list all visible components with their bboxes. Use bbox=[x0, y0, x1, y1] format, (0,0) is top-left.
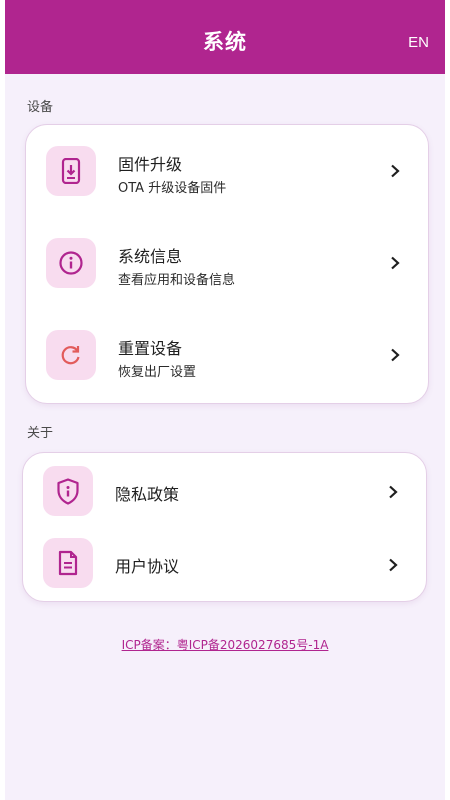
list-item-title: 固件升级 bbox=[118, 155, 183, 174]
list-item-subtitle: OTA 升级设备固件 bbox=[118, 181, 227, 196]
app-screen: 系统 EN 设备 固件升级 OTA 升级设备固件 系统信息 查看应用和设备信息 … bbox=[5, 0, 445, 800]
list-item-subtitle: 恢复出厂设置 bbox=[118, 365, 197, 380]
chevron-right-icon bbox=[391, 164, 400, 178]
list-item-reset-device[interactable]: 重置设备 恢复出厂设置 bbox=[26, 319, 428, 391]
list-item-title: 重置设备 bbox=[118, 339, 183, 358]
shield-info-icon bbox=[43, 466, 93, 516]
section-label-device: 设备 bbox=[27, 100, 54, 115]
chevron-right-icon bbox=[389, 485, 398, 499]
chevron-right-icon bbox=[391, 348, 400, 362]
list-item-title: 系统信息 bbox=[118, 247, 183, 266]
chevron-right-icon bbox=[389, 558, 398, 572]
device-settings-card: 固件升级 OTA 升级设备固件 系统信息 查看应用和设备信息 重置设备 恢复出厂… bbox=[25, 124, 429, 404]
chevron-right-icon bbox=[391, 256, 400, 270]
list-item-system-info[interactable]: 系统信息 查看应用和设备信息 bbox=[26, 227, 428, 299]
list-item-user-agreement[interactable]: 用户协议 bbox=[23, 527, 426, 599]
page-title: 系统 bbox=[203, 30, 247, 54]
info-circle-icon bbox=[46, 238, 96, 288]
section-label-about: 关于 bbox=[27, 426, 54, 441]
about-card: 隐私政策 用户协议 bbox=[22, 452, 427, 602]
language-toggle-button[interactable]: EN bbox=[408, 34, 429, 51]
list-item-privacy-policy[interactable]: 隐私政策 bbox=[23, 455, 426, 527]
list-item-subtitle: 查看应用和设备信息 bbox=[118, 273, 236, 288]
list-item-title: 隐私政策 bbox=[115, 485, 180, 504]
list-item-firmware-upgrade[interactable]: 固件升级 OTA 升级设备固件 bbox=[26, 135, 428, 207]
reset-icon bbox=[46, 330, 96, 380]
app-header: 系统 EN bbox=[5, 0, 445, 74]
phone-download-icon bbox=[46, 146, 96, 196]
icp-filing-link[interactable]: ICP备案：粤ICP备2026027685号-1A bbox=[5, 636, 445, 653]
document-icon bbox=[43, 538, 93, 588]
list-item-title: 用户协议 bbox=[115, 557, 180, 576]
